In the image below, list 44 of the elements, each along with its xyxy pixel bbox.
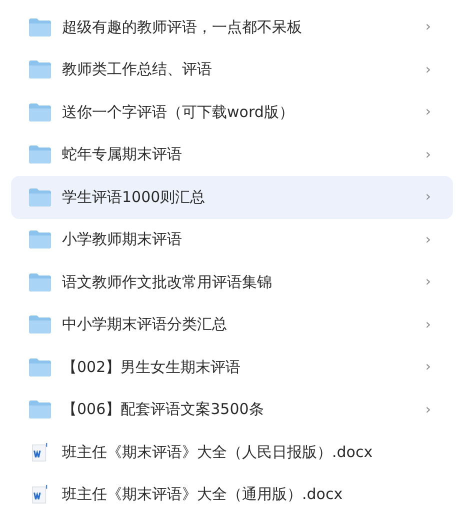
- chevron: ›: [425, 62, 431, 78]
- folder-icon: [29, 400, 51, 420]
- item-name: 教师类工作总结、评语: [62, 60, 213, 80]
- chevron: ›: [425, 189, 431, 206]
- item-name: 小学教师期末评语: [62, 230, 183, 250]
- item-name: 学生评语1000则汇总: [62, 188, 206, 207]
- item-name: 蛇年专属期末评语: [62, 145, 183, 164]
- folder-icon: [29, 188, 51, 207]
- list-item[interactable]: 班主任《期末评语》大全（通用版）.docx: [11, 474, 453, 516]
- list-item[interactable]: 中小学期末评语分类汇总 ›: [11, 304, 453, 346]
- chevron: ›: [425, 316, 431, 333]
- folder-icon: [29, 230, 51, 250]
- chevron: ›: [425, 146, 431, 163]
- list-item[interactable]: 超级有趣的教师评语，一点都不呆板 ›: [11, 6, 453, 48]
- folder-icon: [29, 60, 51, 80]
- item-name: 送你一个字评语（可下载word版）: [62, 102, 295, 122]
- folder-icon: [29, 358, 51, 377]
- item-name: 中小学期末评语分类汇总: [62, 315, 228, 334]
- list-item[interactable]: 【002】男生女生期末评语 ›: [11, 346, 453, 388]
- item-name: 【006】配套评语文案3500条: [62, 400, 265, 420]
- chevron: ›: [425, 402, 431, 418]
- folder-icon: [29, 18, 51, 37]
- list-item[interactable]: 学生评语1000则汇总 ›: [11, 176, 453, 218]
- chevron: ›: [425, 274, 431, 290]
- chevron: ›: [425, 104, 431, 120]
- chevron: ›: [425, 19, 431, 36]
- folder-icon: [29, 315, 51, 334]
- item-name: 超级有趣的教师评语，一点都不呆板: [62, 18, 303, 37]
- chevron: ›: [425, 232, 431, 248]
- list-item[interactable]: 教师类工作总结、评语 ›: [11, 48, 453, 91]
- item-name: 班主任《期末评语》大全（人民日报版）.docx: [62, 442, 374, 462]
- folder-icon: [29, 145, 51, 164]
- list-item[interactable]: 小学教师期末评语 ›: [11, 218, 453, 261]
- list-item[interactable]: 送你一个字评语（可下载word版） ›: [11, 91, 453, 134]
- folder-icon: [29, 102, 51, 122]
- item-name: 语文教师作文批改常用评语集锦: [62, 272, 273, 292]
- folder-icon: [29, 272, 51, 292]
- list-item[interactable]: 蛇年专属期末评语 ›: [11, 134, 453, 176]
- list-item[interactable]: 语文教师作文批改常用评语集锦 ›: [11, 261, 453, 304]
- item-name: 班主任《期末评语》大全（通用版）.docx: [62, 485, 344, 504]
- chevron: ›: [425, 359, 431, 376]
- list-item[interactable]: 班主任《期末评语》大全（人民日报版）.docx: [11, 431, 453, 474]
- item-name: 【002】男生女生期末评语: [62, 358, 242, 377]
- list-item[interactable]: 【006】配套评语文案3500条 ›: [11, 388, 453, 431]
